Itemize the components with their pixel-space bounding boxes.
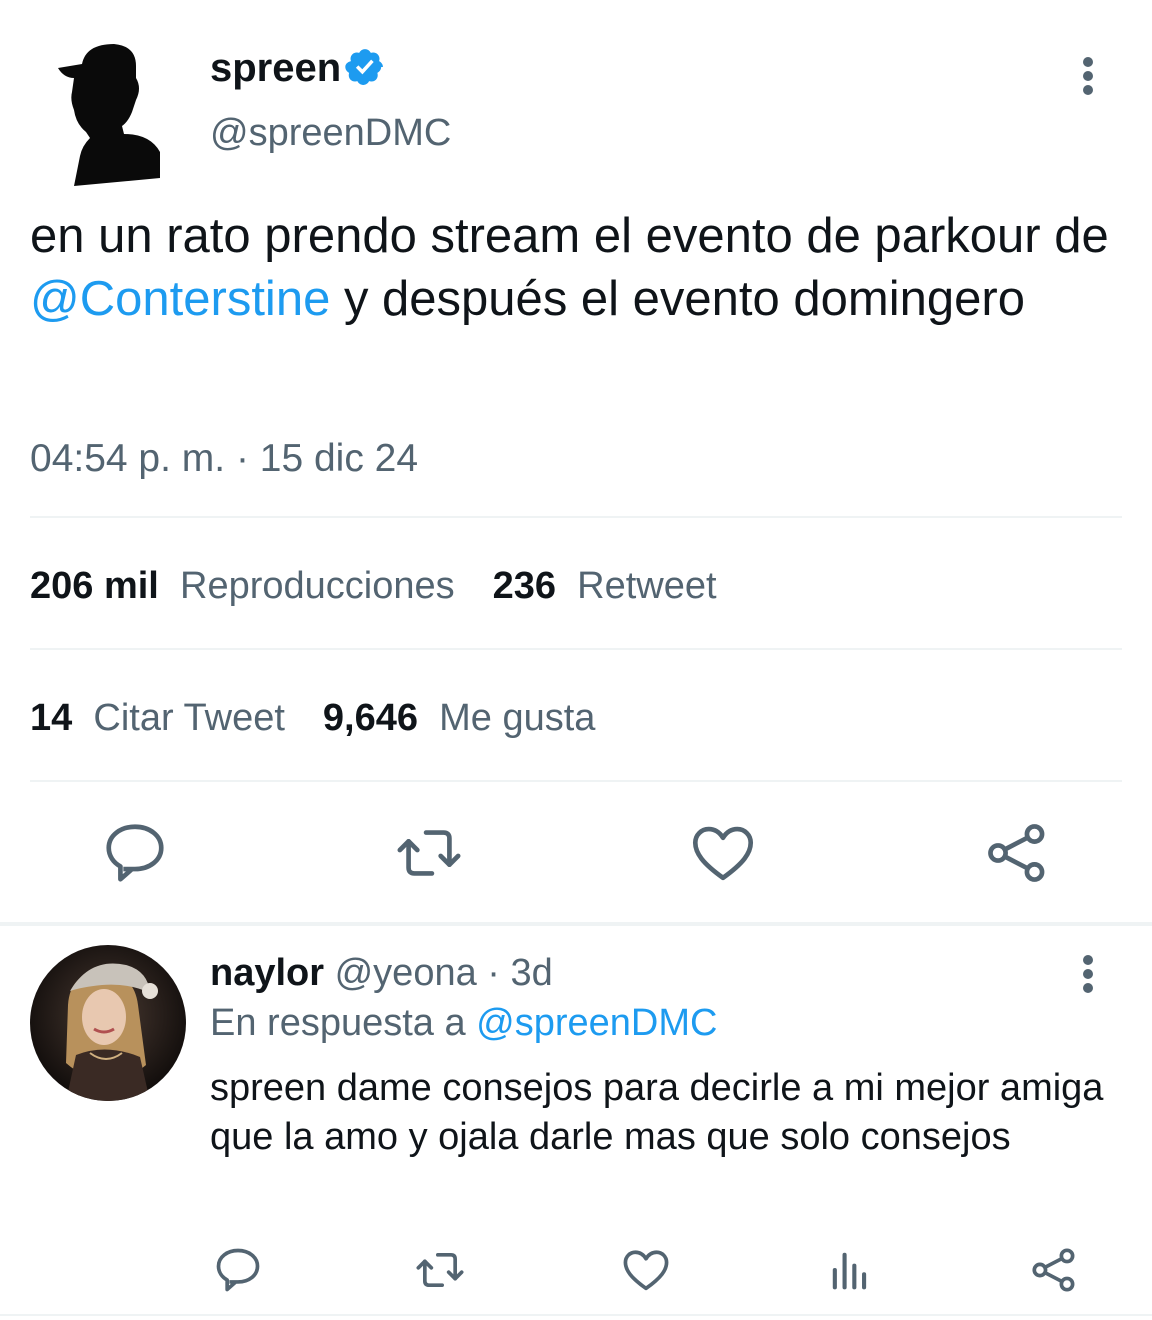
likes-stat[interactable]: 9,646 Me gusta xyxy=(323,697,596,739)
like-icon[interactable] xyxy=(620,1244,672,1296)
stats-row: 206 mil Reproducciones 236 Retweet xyxy=(30,562,717,610)
reply-icon[interactable] xyxy=(100,818,170,888)
reply-avatar[interactable] xyxy=(30,945,186,1101)
views-label: Reproducciones xyxy=(180,565,455,607)
more-options-icon[interactable] xyxy=(1070,52,1106,100)
stats-row: 14 Citar Tweet 9,646 Me gusta xyxy=(30,694,595,742)
analytics-icon[interactable] xyxy=(824,1244,876,1296)
retweet-icon[interactable] xyxy=(414,1244,466,1296)
like-icon[interactable] xyxy=(688,818,758,888)
author-avatar[interactable] xyxy=(52,38,170,186)
verified-badge-icon xyxy=(344,46,386,88)
share-icon[interactable] xyxy=(1028,1244,1080,1296)
tweet-text-part: en un rato prendo stream el evento de pa… xyxy=(30,209,1109,263)
divider xyxy=(30,648,1122,650)
tweet-timestamp[interactable]: 04:54 p. m. · 15 dic 24 xyxy=(30,435,418,483)
reply-author-handle[interactable]: @yeona xyxy=(335,952,477,994)
retweet-icon[interactable] xyxy=(394,818,464,888)
divider xyxy=(30,516,1122,518)
section-separator xyxy=(0,922,1152,926)
quotes-stat[interactable]: 14 Citar Tweet xyxy=(30,697,285,739)
reply-author-name[interactable]: naylor xyxy=(210,952,324,994)
likes-label: Me gusta xyxy=(439,697,596,739)
quotes-count: 14 xyxy=(30,697,73,739)
views-count: 206 mil xyxy=(30,565,159,607)
retweets-label: Retweet xyxy=(577,565,717,607)
reply-context: En respuesta a @spreenDMC xyxy=(210,1000,717,1046)
retweets-count: 236 xyxy=(492,565,557,607)
reply-text: spreen dame consejos para decirle a mi m… xyxy=(210,1067,1104,1158)
reply-icon[interactable] xyxy=(212,1244,264,1296)
author-name[interactable]: spreen xyxy=(210,44,341,92)
tweet-text: en un rato prendo stream el evento de pa… xyxy=(30,205,1140,331)
reply-time[interactable]: · 3d xyxy=(487,952,552,994)
divider xyxy=(30,780,1122,782)
reply-header: naylor @yeona · 3d xyxy=(210,950,553,996)
likes-count: 9,646 xyxy=(322,697,418,739)
author-handle[interactable]: @spreenDMC xyxy=(210,110,451,156)
divider xyxy=(0,1314,1152,1316)
tweet-text-part: y después el evento domingero xyxy=(330,272,1025,326)
retweets-stat[interactable]: 236 Retweet xyxy=(493,565,717,607)
views-stat[interactable]: 206 mil Reproducciones xyxy=(30,565,455,607)
mention-link[interactable]: @Conterstine xyxy=(30,272,330,326)
more-options-icon[interactable] xyxy=(1070,950,1106,998)
reply-to-prefix: En respuesta a xyxy=(210,1002,466,1044)
reply-to-handle[interactable]: @spreenDMC xyxy=(476,1002,717,1044)
share-icon[interactable] xyxy=(982,818,1052,888)
quotes-label: Citar Tweet xyxy=(93,697,285,739)
